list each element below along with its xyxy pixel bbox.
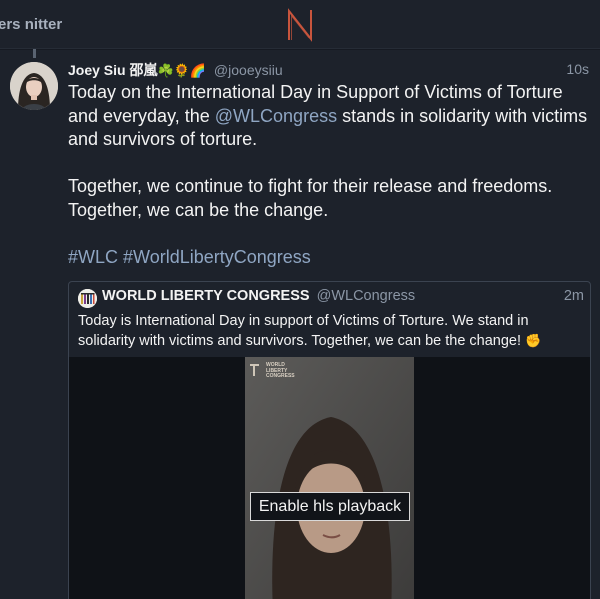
enable-hls-playback-button[interactable]: Enable hls playback xyxy=(250,492,410,521)
tweet-header: Joey Siu 邵嵐☘️🌻🌈 @jooeysiiu 10s xyxy=(68,60,590,80)
fist-emoji: ✊ xyxy=(525,333,542,348)
tweet-time[interactable]: 10s xyxy=(566,61,589,77)
quote-avatar[interactable] xyxy=(78,289,97,308)
quote-fullname[interactable]: WORLD LIBERTY CONGRESS xyxy=(102,288,310,304)
video-watermark: WORLD LIBERTY CONGRESS xyxy=(266,362,295,380)
nav-link-nitter[interactable]: ers nitter xyxy=(0,16,62,33)
tweet: Joey Siu 邵嵐☘️🌻🌈 @jooeysiiu 10s Today on … xyxy=(0,50,600,599)
top-nav-bar: ers nitter xyxy=(0,0,600,49)
quote-text-segment: Today is International Day in support of… xyxy=(78,313,529,349)
name-emojis: ☘️🌻🌈 xyxy=(157,63,207,78)
tweet-paragraph: Today on the International Day in Suppor… xyxy=(68,81,592,152)
nitter-logo-icon[interactable] xyxy=(285,8,315,42)
quote-username[interactable]: @WLCongress xyxy=(317,288,416,304)
hashtag-link[interactable]: #WorldLibertyCongress xyxy=(123,247,311,267)
hashtags: #WLC #WorldLibertyCongress xyxy=(68,246,592,270)
quote-time[interactable]: 2m xyxy=(564,288,584,304)
tweet-content: Today on the International Day in Suppor… xyxy=(68,81,592,269)
quote-text: Today is International Day in support of… xyxy=(78,312,583,351)
video-player[interactable]: WORLD LIBERTY CONGRESS Enable hls playba… xyxy=(69,357,590,599)
thread-line xyxy=(33,49,36,58)
quote-header: WORLD LIBERTY CONGRESS @WLCongress 2m xyxy=(102,288,584,304)
tweet-username[interactable]: @jooeysiiu xyxy=(214,62,283,78)
avatar[interactable] xyxy=(10,62,58,110)
tweet-fullname[interactable]: Joey Siu 邵嵐 xyxy=(68,62,157,78)
quote-tweet[interactable]: WORLD LIBERTY CONGRESS @WLCongress 2m To… xyxy=(68,281,591,599)
watermark-line: CONGRESS xyxy=(266,373,295,379)
tweet-paragraph: Together, we continue to fight for their… xyxy=(68,176,553,220)
hashtag-link[interactable]: #WLC xyxy=(68,247,118,267)
mention-link[interactable]: @WLCongress xyxy=(215,106,337,126)
video-thumbnail: WORLD LIBERTY CONGRESS xyxy=(245,357,414,599)
